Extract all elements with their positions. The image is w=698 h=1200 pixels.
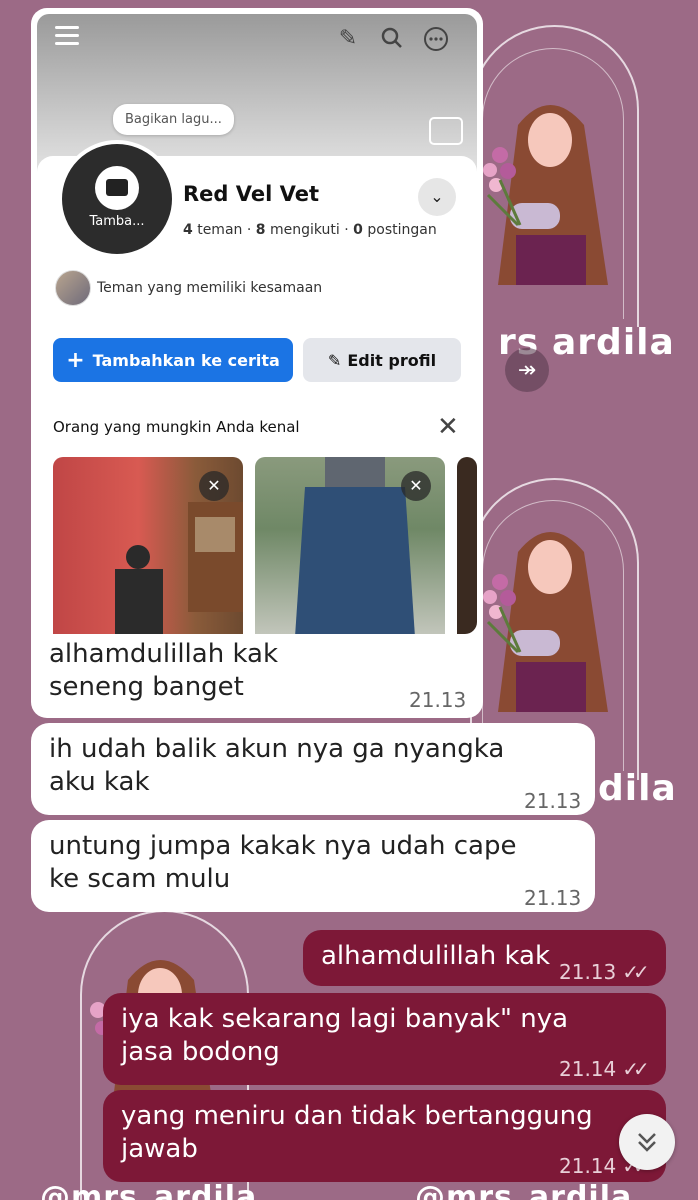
watermark-text: ardila: [552, 322, 675, 363]
followers-label: mengikuti: [269, 222, 340, 238]
more-icon: [423, 26, 449, 52]
suggestion-photo: ✕: [53, 457, 243, 634]
double-check-icon: ✓✓: [622, 960, 649, 984]
message-bubble-incoming[interactable]: untung jumpa kakak nya udah cape ke scam…: [31, 820, 595, 912]
watermark-text: dila: [598, 768, 677, 809]
double-chevron-down-icon: [638, 1133, 656, 1152]
double-check-icon: ✓✓: [622, 1057, 649, 1081]
hijab-girl-illustration: [483, 105, 608, 285]
edit-profile-label: Edit profil: [347, 350, 437, 370]
hijab-girl-illustration: [483, 532, 608, 712]
close-icon: ✕: [199, 471, 229, 501]
scroll-down-button[interactable]: [619, 1114, 675, 1170]
facebook-profile-screenshot[interactable]: ✎ Bagikan lagu... Tamba... Red Vel Vet ⌄…: [37, 14, 477, 634]
suggestion-photo: [457, 457, 477, 634]
plus-icon: +: [66, 347, 85, 373]
avatar-label: Tamba...: [89, 214, 145, 229]
profile-name: Red Vel Vet: [183, 182, 319, 206]
pencil-icon: ✎: [327, 350, 342, 370]
watermark-text: @mrs_ardila: [40, 1180, 258, 1200]
watermark-text: @mrs_ardila: [415, 1180, 633, 1200]
cover-camera-icon: [429, 117, 463, 145]
message-time: 21.13: [524, 886, 582, 910]
camera-icon: [95, 166, 139, 210]
posts-count: 0: [353, 222, 363, 238]
close-icon: ✕: [401, 471, 431, 501]
chevron-down-icon: ⌄: [418, 178, 456, 216]
friends-count: 4: [183, 222, 193, 238]
message-time-label: 21.14: [559, 1057, 617, 1081]
mutual-friends-text: Teman yang memiliki kesamaan: [97, 280, 323, 296]
message-text: alhamdulillah kak seneng banget: [49, 639, 279, 702]
friends-label: teman: [197, 222, 243, 238]
suggestion-photo: ✕: [255, 457, 445, 634]
message-bubble-outgoing[interactable]: alhamdulillah kak 21.13 ✓✓: [303, 930, 666, 986]
message-text: iya kak sekarang lagi banyak" nya jasa b…: [121, 1004, 569, 1067]
pymk-title: Orang yang mungkin Anda kenal: [53, 418, 300, 436]
pencil-icon: ✎: [338, 26, 358, 51]
message-time: 21.13 ✓✓: [559, 956, 650, 989]
edit-profile-button: ✎ Edit profil: [303, 338, 461, 382]
message-time: 21.13: [524, 789, 582, 813]
watermark-arrow-icon: ↠: [505, 348, 549, 392]
message-time-label: 21.13: [559, 960, 617, 984]
share-song-prompt: Bagikan lagu...: [113, 104, 234, 135]
mutual-avatar: [55, 270, 91, 306]
close-icon: ✕: [437, 412, 459, 442]
message-text: untung jumpa kakak nya udah cape ke scam…: [49, 831, 517, 894]
avatar: Tamba...: [58, 140, 176, 258]
message-text: yang meniru dan tidak bertanggung jawab: [121, 1101, 593, 1164]
profile-stats: 4 teman · 8 mengikuti · 0 postingan: [183, 222, 437, 238]
mutual-friends: Teman yang memiliki kesamaan: [55, 270, 322, 306]
message-time: 21.14✓✓: [559, 1053, 650, 1086]
message-bubble-incoming[interactable]: ih udah balik akun nya ga nyangka aku ka…: [31, 723, 595, 815]
message-bubble-outgoing[interactable]: iya kak sekarang lagi banyak" nya jasa b…: [103, 993, 666, 1085]
message-text: alhamdulillah kak: [321, 941, 551, 971]
image-message-bubble[interactable]: ✎ Bagikan lagu... Tamba... Red Vel Vet ⌄…: [31, 8, 483, 718]
posts-label: postingan: [367, 222, 437, 238]
add-to-story-label: Tambahkan ke cerita: [92, 350, 280, 370]
followers-count: 8: [255, 222, 266, 238]
message-bubble-outgoing[interactable]: yang meniru dan tidak bertanggung jawab …: [103, 1090, 666, 1182]
message-text: ih udah balik akun nya ga nyangka aku ka…: [49, 734, 505, 797]
menu-icon: [55, 26, 79, 50]
search-icon: [379, 26, 405, 52]
add-to-story-button: + Tambahkan ke cerita: [53, 338, 293, 382]
message-time-label: 21.14: [559, 1154, 617, 1178]
message-time: 21.13: [409, 688, 467, 712]
